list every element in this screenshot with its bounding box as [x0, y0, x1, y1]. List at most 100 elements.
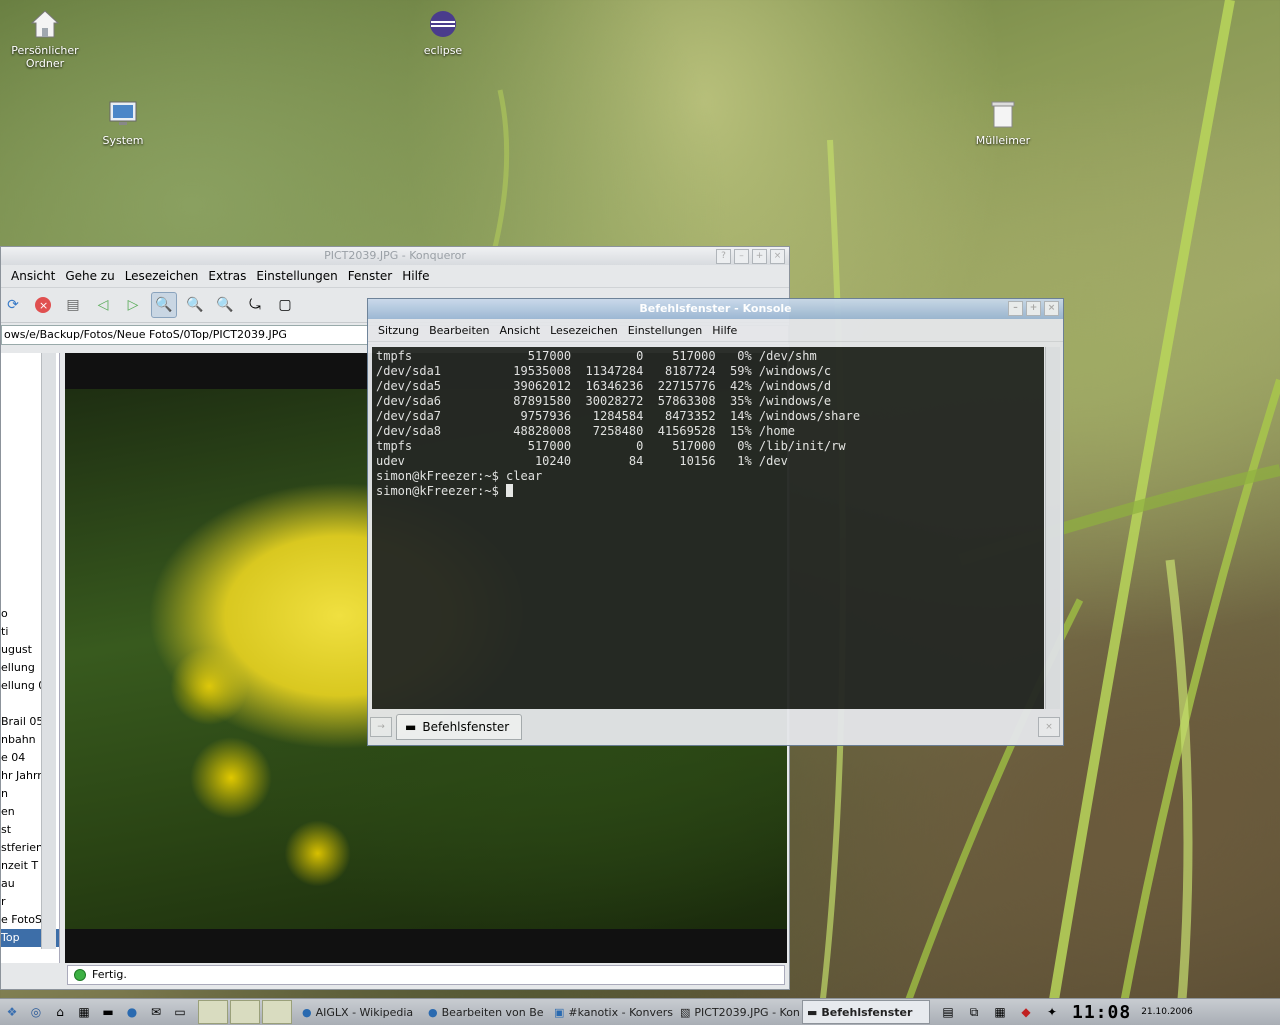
next-icon[interactable]: ▷	[121, 293, 145, 317]
task-kanotix[interactable]: ▣ #kanotix - Konvers	[550, 1001, 676, 1023]
status-bar: Fertig.	[67, 965, 785, 985]
close-button[interactable]: ×	[770, 249, 785, 264]
desktop-pager	[198, 1000, 292, 1024]
konsole-titlebar[interactable]: Befehlsfenster - Konsole – + ×	[368, 299, 1063, 319]
terminal-line: udev 10240 84 10156 1% /dev	[376, 454, 788, 468]
task-aiglx[interactable]: ● AIGLX - Wikipedia	[298, 1001, 424, 1023]
monitor-icon	[107, 98, 139, 130]
ruby-icon[interactable]: ◆	[1016, 1002, 1036, 1022]
terminal-prompt: simon@kFreezer:~$	[376, 484, 507, 498]
svg-text:×: ×	[39, 299, 48, 312]
task-bearbeiten[interactable]: ● Bearbeiten von Be	[424, 1001, 550, 1023]
konsole-menubar: Sitzung Bearbeiten Ansicht Lesezeichen E…	[368, 319, 1063, 342]
maximize-button[interactable]: +	[752, 249, 767, 264]
eclipse-icon	[427, 8, 459, 40]
browser-icon: ●	[302, 1005, 312, 1019]
clipboard-icon[interactable]: ▤	[938, 1002, 958, 1022]
status-ok-icon	[74, 969, 86, 981]
menu-hilfe[interactable]: Hilfe	[710, 324, 745, 337]
menu-hilfe[interactable]: Hilfe	[400, 269, 437, 283]
desktop-icon-trash[interactable]: Mülleimer	[958, 98, 1048, 147]
close-session-icon[interactable]: ×	[1038, 717, 1060, 737]
home-folder-icon	[29, 8, 61, 40]
rotate-icon[interactable]: ⤿	[243, 293, 267, 317]
terminal-line: tmpfs 517000 0 517000 0% /lib/init/rw	[376, 439, 846, 453]
task-befehlsfenster[interactable]: ▬ Befehlsfenster	[802, 1000, 930, 1024]
previous-icon[interactable]: ◁	[91, 293, 115, 317]
taskbar: ❖ ◎ ⌂ ▦ ▬ ● ✉ ▭ ● AIGLX - Wikipedia ● Bear…	[0, 998, 1280, 1025]
calendar-tray-icon[interactable]: ▦	[990, 1002, 1010, 1022]
tab-befehlsfenster[interactable]: ▬ Befehlsfenster	[396, 714, 523, 740]
menu-fenster[interactable]: Fenster	[346, 269, 401, 283]
menu-lesezeichen[interactable]: Lesezeichen	[123, 269, 207, 283]
help-button[interactable]: ?	[716, 249, 731, 264]
kde-wallet-icon[interactable]: ✦	[1042, 1002, 1062, 1022]
system-tray: ▤ ⧉ ▦ ◆ ✦	[936, 1002, 1064, 1022]
menu-bearbeiten[interactable]: Bearbeiten	[427, 324, 497, 337]
konsole-window[interactable]: Befehlsfenster - Konsole – + × Sitzung B…	[367, 298, 1064, 746]
desktop-icon-home[interactable]: Persönlicher Ordner	[0, 8, 90, 70]
browser-icon: ●	[428, 1005, 438, 1019]
terminal-line: /dev/sda5 39062012 16346236 22715776 42%…	[376, 379, 832, 393]
menu-sitzung[interactable]: Sitzung	[376, 324, 427, 337]
menu-ansicht[interactable]: Ansicht	[9, 269, 63, 283]
menu-lesezeichen[interactable]: Lesezeichen	[548, 324, 626, 337]
task-label: Bearbeiten von Be	[441, 1005, 544, 1019]
date[interactable]: 21.10.2006	[1141, 1007, 1193, 1017]
zoom-in-icon[interactable]: 🔍	[213, 293, 237, 317]
desktop-icon-label: Persönlicher Ordner	[11, 44, 79, 70]
task-label: PICT2039.JPG - Kon	[694, 1005, 800, 1019]
new-session-icon[interactable]: →	[370, 717, 392, 737]
terminal-output[interactable]: tmpfs 517000 0 517000 0% /dev/shm /dev/s…	[372, 347, 1044, 709]
pager-desktop-1[interactable]	[198, 1000, 228, 1024]
task-label: Befehlsfenster	[821, 1005, 913, 1019]
minimize-button[interactable]: –	[1008, 301, 1023, 316]
desktop-icon-label: Mülleimer	[975, 134, 1031, 147]
desktop-icon-eclipse[interactable]: eclipse	[398, 8, 488, 57]
pager-desktop-3[interactable]	[262, 1000, 292, 1024]
terminal-icon: ▬	[405, 720, 417, 734]
close-button[interactable]: ×	[1044, 301, 1059, 316]
task-label: #kanotix - Konvers	[568, 1005, 673, 1019]
konqueror-launcher-icon[interactable]: ◎	[26, 1002, 46, 1022]
menu-einstellungen[interactable]: Einstellungen	[626, 324, 711, 337]
terminal-line: /dev/sda6 87891580 30028272 57863308 35%…	[376, 394, 832, 408]
pager-desktop-2[interactable]	[230, 1000, 260, 1024]
task-pict2039[interactable]: ▧ PICT2039.JPG - Kon	[676, 1001, 802, 1023]
image-icon: ▧	[680, 1005, 691, 1019]
show-desktop-icon[interactable]: ▭	[170, 1002, 190, 1022]
menu-einstellungen[interactable]: Einstellungen	[254, 269, 345, 283]
stop-icon[interactable]: ×	[31, 293, 55, 317]
mail-launcher-icon[interactable]: ✉	[146, 1002, 166, 1022]
zoom-original-icon[interactable]: 🔍	[183, 293, 207, 317]
reload-icon[interactable]: ⟳	[1, 293, 25, 317]
terminal-line: /dev/sda8 48828008 7258480 41569528 15% …	[376, 424, 796, 438]
maximize-button[interactable]: +	[1026, 301, 1041, 316]
terminal-launcher-icon[interactable]: ▬	[98, 1002, 118, 1022]
desktop-icon-label: eclipse	[423, 44, 463, 57]
chat-icon: ▣	[554, 1005, 565, 1019]
desktop-icon-label: System	[102, 134, 144, 147]
clock[interactable]: 11:08	[1072, 1002, 1131, 1023]
tab-label: Befehlsfenster	[422, 720, 510, 734]
sidebar-scrollbar[interactable]	[41, 353, 56, 949]
minimize-button[interactable]: –	[734, 249, 749, 264]
terminal-scrollbar[interactable]	[1045, 347, 1060, 709]
menu-gehe-zu[interactable]: Gehe zu	[63, 269, 122, 283]
konqueror-menubar: Ansicht Gehe zu Lesezeichen Extras Einst…	[1, 265, 789, 288]
view-mode-icon[interactable]: ▢	[273, 293, 297, 317]
network-icon[interactable]: ⧉	[964, 1002, 984, 1022]
konqueror-titlebar[interactable]: PICT2039.JPG - Konqueror ? – + ×	[1, 247, 789, 265]
zoom-fit-icon[interactable]: 🔍	[151, 292, 177, 318]
status-text: Fertig.	[92, 968, 127, 981]
print-icon[interactable]: ▤	[61, 293, 85, 317]
desktop-icon-system[interactable]: System	[78, 98, 168, 147]
home-launcher-icon[interactable]: ⌂	[50, 1002, 70, 1022]
menu-extras[interactable]: Extras	[206, 269, 254, 283]
terminal-icon: ▬	[807, 1005, 818, 1019]
terminal-cursor	[506, 484, 514, 497]
browser-launcher-icon[interactable]: ●	[122, 1002, 142, 1022]
menu-ansicht[interactable]: Ansicht	[498, 324, 549, 337]
calendar-launcher-icon[interactable]: ▦	[74, 1002, 94, 1022]
kde-menu-icon[interactable]: ❖	[2, 1002, 22, 1022]
